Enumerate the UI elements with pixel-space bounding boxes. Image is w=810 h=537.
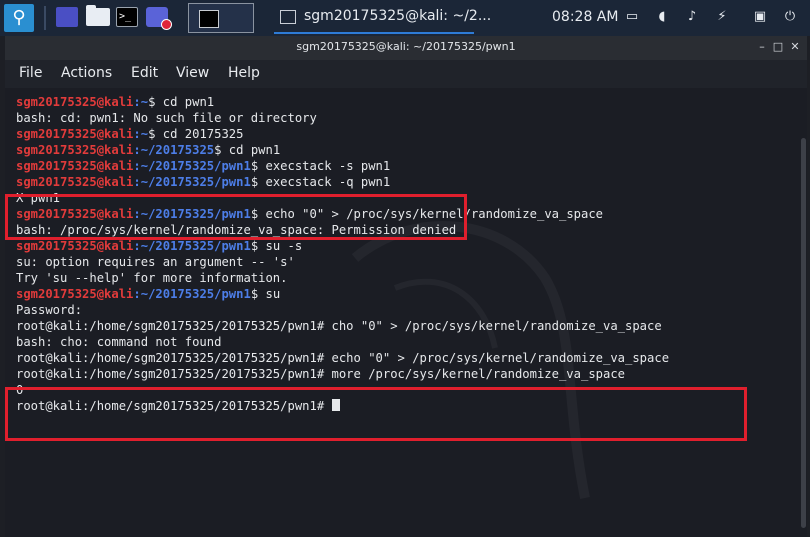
command-text: cd 20175325 <box>155 127 244 141</box>
workspace-switcher[interactable] <box>188 3 254 33</box>
terminal-line: sgm20175325@kali:~/20175325/pwn1$ execst… <box>16 158 669 174</box>
kali-dragon-icon[interactable]: ⚲ <box>4 4 34 32</box>
menu-file[interactable]: File <box>19 65 42 81</box>
prompt-user: sgm20175325@kali <box>16 159 134 173</box>
menu-help[interactable]: Help <box>228 65 260 81</box>
taskbar-terminal-button[interactable]: sgm20175325@kali: ~/2... <box>274 0 491 34</box>
prompt-path: :~/20175325 <box>133 143 215 157</box>
power-manager-icon[interactable]: ⚡ <box>714 9 730 25</box>
panel-separator <box>44 6 46 30</box>
scrollbar[interactable] <box>800 88 807 537</box>
prompt-user: sgm20175325@kali <box>16 239 134 253</box>
terminal-line: sgm20175325@kali:~$ cd 20175325 <box>16 126 669 142</box>
power-button-icon[interactable]: ⏻ <box>782 9 798 25</box>
window-titlebar[interactable]: sgm20175325@kali: ~/20175325/pwn1 – □ ✕ <box>5 36 807 60</box>
prompt-path: :~/20175325/pwn1 <box>133 287 251 301</box>
output-text: su: option requires an argument -- 's' <box>16 255 295 269</box>
maximize-button[interactable]: □ <box>771 40 785 54</box>
terminal-line: su: option requires an argument -- 's' <box>16 254 669 270</box>
prompt-user: sgm20175325@kali <box>16 287 134 301</box>
terminal-line: Try 'su --help' for more information. <box>16 270 669 286</box>
taskbar-terminal-title: sgm20175325@kali: ~/2... <box>304 8 492 24</box>
terminal-window-icon <box>280 10 296 24</box>
terminal-line: root@kali:/home/sgm20175325/20175325/pwn… <box>16 350 669 366</box>
prompt-path: :~/20175325/pwn1 <box>133 239 251 253</box>
screen-recorder-icon[interactable] <box>146 7 172 30</box>
command-text: execstack -q pwn1 <box>258 175 391 189</box>
prompt-user: sgm20175325@kali <box>16 175 134 189</box>
terminal-line: bash: cho: command not found <box>16 334 669 350</box>
terminal-window: sgm20175325@kali: ~/20175325/pwn1 – □ ✕ … <box>5 36 807 537</box>
prompt-path: :~/20175325/pwn1 <box>133 175 251 189</box>
menu-actions[interactable]: Actions <box>61 65 112 81</box>
bell-icon[interactable]: ◖ <box>654 9 670 25</box>
menu-edit[interactable]: Edit <box>131 65 158 81</box>
prompt-path: :~/20175325/pwn1 <box>133 159 251 173</box>
terminal-lines: sgm20175325@kali:~$ cd pwn1 bash: cd: pwn… <box>16 94 669 414</box>
terminal-line: sgm20175325@kali:~/20175325/pwn1$ su <box>16 286 669 302</box>
terminal-line: Password: <box>16 302 669 318</box>
command-text: cd pwn1 <box>221 143 281 157</box>
terminal-line: sgm20175325@kali:~/20175325/pwn1$ su -s <box>16 238 669 254</box>
minimize-button[interactable]: – <box>755 40 769 54</box>
terminal-line: sgm20175325@kali:~$ cd pwn1 <box>16 94 669 110</box>
scrollbar-thumb[interactable] <box>801 138 806 528</box>
terminal-launcher-icon[interactable]: >_ <box>116 7 138 27</box>
output-text: bash: cd: pwn1: No such file or director… <box>16 111 317 125</box>
workspace-thumbnail-icon <box>199 10 219 28</box>
terminal-line: sgm20175325@kali:~/20175325$ cd pwn1 <box>16 142 669 158</box>
terminal-line: bash: cd: pwn1: No such file or director… <box>16 110 669 126</box>
highlight-box-execstack <box>5 194 467 240</box>
output-text: root@kali:/home/sgm20175325/20175325/pwn… <box>16 319 662 333</box>
output-text: Try 'su --help' for more information. <box>16 271 288 285</box>
command-text: su <box>258 287 281 301</box>
command-text: execstack -s pwn1 <box>258 159 391 173</box>
top-panel: ⚲ >_ sgm20175325@kali: ~/2... 08:28 AM ▭… <box>0 0 810 36</box>
highlight-box-randomize <box>5 387 747 441</box>
terminal-line: sgm20175325@kali:~/20175325/pwn1$ execst… <box>16 174 669 190</box>
clock[interactable]: 08:28 AM <box>552 9 618 25</box>
command-text: cd pwn1 <box>155 95 215 109</box>
file-manager-icon[interactable] <box>86 5 110 26</box>
prompt-path: :~ <box>133 95 149 109</box>
window-title: sgm20175325@kali: ~/20175325/pwn1 <box>296 40 516 53</box>
show-desktop-icon[interactable] <box>56 7 78 27</box>
terminal-line: root@kali:/home/sgm20175325/20175325/pwn… <box>16 318 669 334</box>
prompt-user: sgm20175325@kali <box>16 127 134 141</box>
menu-view[interactable]: View <box>176 65 209 81</box>
close-button[interactable]: ✕ <box>788 40 802 54</box>
menu-bar: File Actions Edit View Help <box>5 60 807 88</box>
prompt-user: sgm20175325@kali <box>16 143 134 157</box>
output-text: bash: cho: command not found <box>16 335 222 349</box>
terminal-output[interactable]: sgm20175325@kali:~$ cd pwn1 bash: cd: pwn… <box>5 88 800 537</box>
command-text: su -s <box>258 239 303 253</box>
notification-icon[interactable]: ♪ <box>684 9 700 25</box>
output-text: root@kali:/home/sgm20175325/20175325/pwn… <box>16 367 626 381</box>
output-text: root@kali:/home/sgm20175325/20175325/pwn… <box>16 351 670 365</box>
prompt-user: sgm20175325@kali <box>16 95 134 109</box>
prompt-path: :~ <box>133 127 149 141</box>
lock-icon[interactable]: ▣ <box>752 9 768 25</box>
output-text: Password: <box>16 303 83 317</box>
display-icon[interactable]: ▭ <box>624 9 640 25</box>
terminal-line: root@kali:/home/sgm20175325/20175325/pwn… <box>16 366 669 382</box>
